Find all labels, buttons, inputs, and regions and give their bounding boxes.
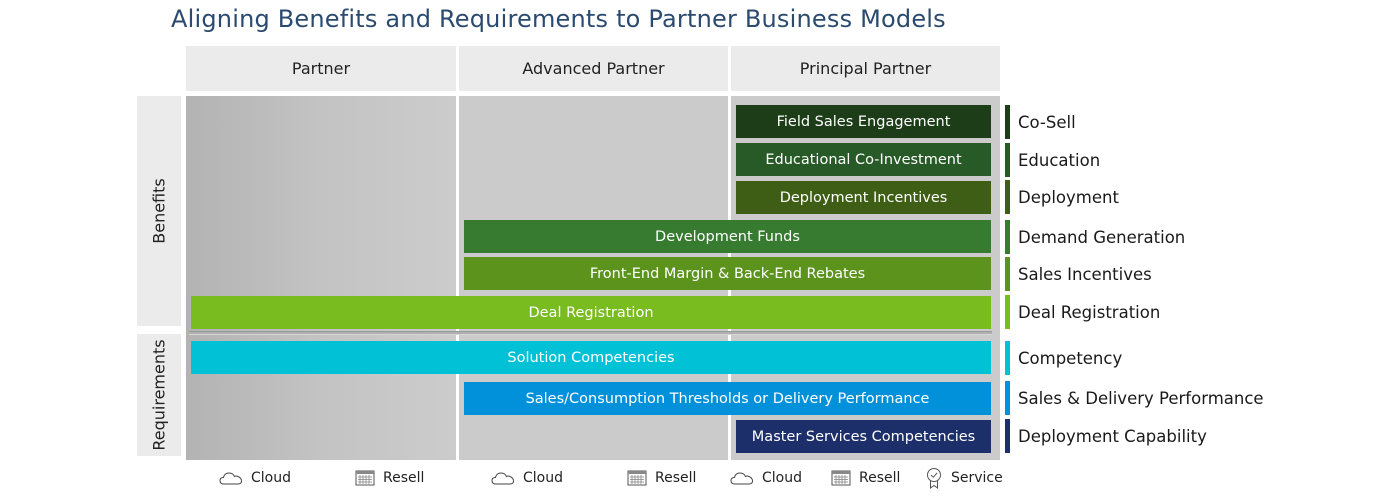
legend-swatch (1005, 257, 1010, 291)
bar-label: Field Sales Engagement (776, 113, 951, 130)
legend-swatch (1005, 295, 1010, 329)
legend-swatch (1005, 381, 1010, 415)
business-model-label: Resell (383, 470, 425, 486)
business-model-label: Service (951, 470, 1003, 486)
legend-swatch (1005, 419, 1010, 453)
legend-swatch (1005, 220, 1010, 254)
legend-swatch (1005, 341, 1010, 375)
section-benefits: Benefits (137, 96, 181, 326)
section-divider (189, 331, 992, 335)
bar-label: Master Services Competencies (751, 428, 976, 445)
tier-header-advanced-partner: Advanced Partner (459, 46, 728, 91)
business-model-cloud: Cloud (491, 467, 563, 489)
business-model-label: Cloud (762, 470, 802, 486)
business-model-resell: Resell (355, 467, 424, 489)
bar-label: Front-End Margin & Back-End Rebates (589, 265, 866, 282)
bar-sales-consumption-thresholds-or-delivery-performance: Sales/Consumption Thresholds or Delivery… (464, 382, 991, 415)
legend-item-deployment-capability: Deployment Capability (1005, 419, 1207, 453)
legend-item-competency: Competency (1005, 341, 1122, 375)
section-label-requirements: Requirements (149, 339, 169, 451)
tier-header-principal-partner: Principal Partner (731, 46, 1000, 91)
bar-label: Deal Registration (528, 304, 654, 321)
legend-label: Deployment Capability (1018, 426, 1207, 446)
legend-item-sales-delivery-performance: Sales & Delivery Performance (1005, 381, 1264, 415)
legend-label: Demand Generation (1018, 227, 1186, 247)
bar-label: Sales/Consumption Thresholds or Delivery… (525, 390, 930, 407)
business-model-label: Resell (859, 470, 901, 486)
business-model-resell: Resell (831, 467, 900, 489)
section-label-benefits: Benefits (149, 178, 169, 244)
legend-swatch (1005, 105, 1010, 139)
bar-deployment-incentives: Deployment Incentives (736, 181, 991, 214)
bar-solution-competencies: Solution Competencies (191, 341, 991, 374)
business-model-resell: Resell (627, 467, 696, 489)
legend-label: Sales & Delivery Performance (1018, 388, 1264, 408)
legend-item-sales-incentives: Sales Incentives (1005, 257, 1152, 291)
legend-item-deal-registration: Deal Registration (1005, 295, 1160, 329)
resell-icon (831, 470, 859, 486)
tier-label: Advanced Partner (522, 59, 665, 78)
bar-label: Educational Co-Investment (765, 151, 962, 168)
cloud-icon (219, 470, 251, 486)
legend-label: Education (1018, 150, 1101, 170)
bar-master-services-competencies: Master Services Competencies (736, 420, 991, 453)
bar-label: Development Funds (655, 228, 800, 245)
business-model-label: Cloud (523, 470, 563, 486)
legend-item-co-sell: Co-Sell (1005, 105, 1076, 139)
legend-item-education: Education (1005, 143, 1100, 177)
business-model-cloud: Cloud (219, 467, 291, 489)
resell-icon (627, 470, 655, 486)
bar-label: Deployment Incentives (779, 189, 948, 206)
business-model-label: Resell (655, 470, 697, 486)
legend-label: Deployment (1018, 187, 1119, 207)
legend-item-deployment: Deployment (1005, 180, 1119, 214)
page-title: Aligning Benefits and Requirements to Pa… (171, 5, 946, 33)
cloud-icon (730, 470, 762, 486)
legend-label: Competency (1018, 348, 1123, 368)
business-model-cloud: Cloud (730, 467, 802, 489)
resell-icon (355, 470, 383, 486)
column-partner (186, 96, 456, 460)
legend-item-demand-generation: Demand Generation (1005, 220, 1185, 254)
service-icon (925, 467, 951, 489)
legend-swatch (1005, 180, 1010, 214)
business-model-service: Service (925, 467, 1003, 489)
bar-field-sales-engagement: Field Sales Engagement (736, 105, 991, 138)
tier-label: Principal Partner (799, 59, 932, 78)
bar-educational-co-investment: Educational Co-Investment (736, 143, 991, 176)
legend-label: Sales Incentives (1018, 264, 1152, 284)
legend-swatch (1005, 143, 1010, 177)
bar-front-end-margin-back-end-rebates: Front-End Margin & Back-End Rebates (464, 257, 991, 290)
bar-development-funds: Development Funds (464, 220, 991, 253)
cloud-icon (491, 470, 523, 486)
bar-label: Solution Competencies (507, 349, 675, 366)
section-requirements: Requirements (137, 334, 181, 456)
legend-label: Deal Registration (1018, 302, 1161, 322)
bar-deal-registration: Deal Registration (191, 296, 991, 329)
tier-label: Partner (291, 59, 351, 78)
business-model-label: Cloud (251, 470, 291, 486)
tier-header-partner: Partner (186, 46, 456, 91)
legend-label: Co-Sell (1018, 112, 1076, 132)
